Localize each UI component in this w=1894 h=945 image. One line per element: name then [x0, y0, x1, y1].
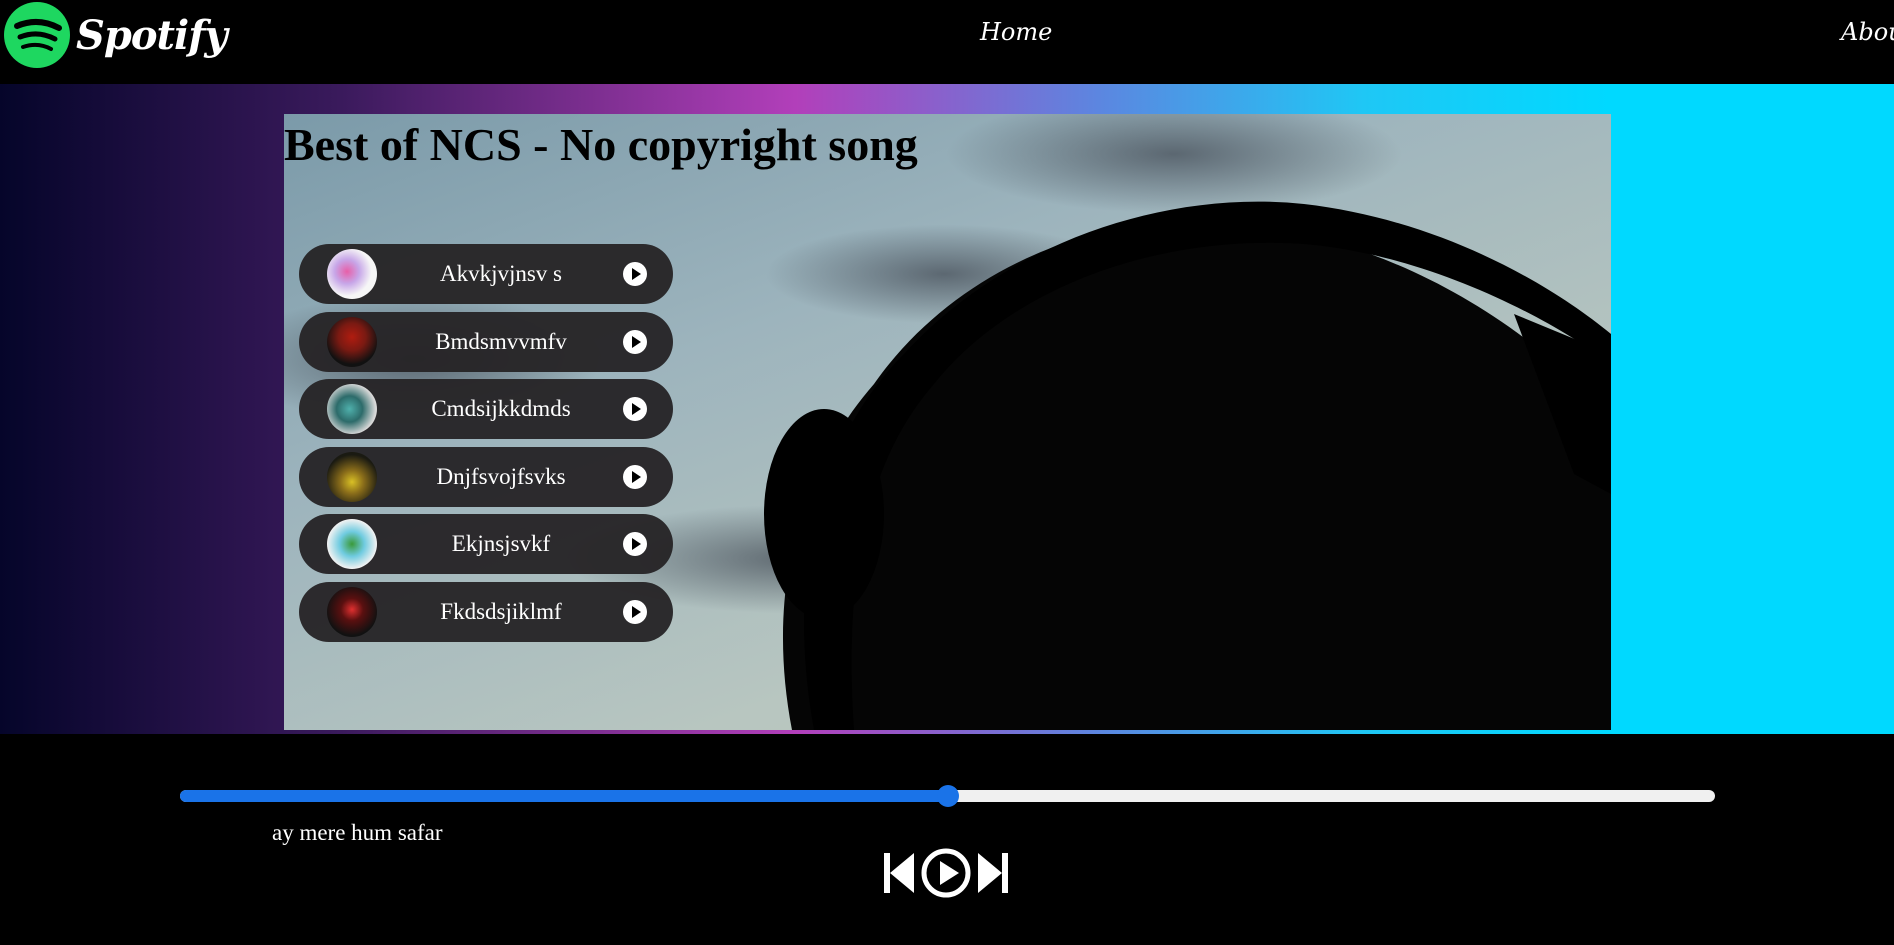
- play-circle-icon[interactable]: [921, 848, 971, 898]
- previous-icon[interactable]: [884, 853, 914, 893]
- song-item[interactable]: Akvkjvjnsv s: [299, 244, 673, 304]
- playlist-title: Best of NCS - No copyright song: [284, 119, 918, 170]
- song-cover-image: [327, 519, 377, 569]
- song-title: Fkdsdsjiklmf: [440, 598, 562, 624]
- spotify-logo[interactable]: Spotify: [4, 2, 228, 68]
- song-item[interactable]: Dnjfsvojfsvks: [299, 446, 673, 507]
- song-title: Cmdsijkkdmds: [431, 396, 571, 421]
- playback-controls: [884, 848, 1008, 898]
- song-title: Ekjnsjsvkf: [451, 531, 551, 556]
- song-item[interactable]: Bmdsmvvmfv: [299, 311, 673, 372]
- song-item[interactable]: Ekjnsjsvkf: [299, 514, 673, 574]
- play-icon[interactable]: [623, 397, 647, 421]
- song-title: Dnjfsvojfsvks: [436, 463, 566, 489]
- song-title: Bmdsmvvmfv: [435, 328, 567, 354]
- song-cover-image: [327, 451, 377, 502]
- navbar: Spotify Home About: [0, 0, 1894, 84]
- play-icon[interactable]: [623, 262, 647, 286]
- progress-bar[interactable]: [180, 785, 1715, 807]
- song-cover-image: [327, 384, 377, 434]
- current-song-title: ay mere hum safar: [272, 820, 443, 845]
- song-cover-image: [327, 316, 377, 367]
- song-cover-image: [327, 586, 377, 637]
- brand-name: Spotify: [76, 11, 228, 59]
- song-list: Akvkjvjnsv s Bmdsmvvmfv Cmdsijkkdmds Dnj…: [299, 244, 673, 649]
- spotify-icon: [4, 2, 70, 68]
- song-cover-image: [327, 249, 377, 299]
- main-container: Best of NCS - No copyright song Akvkjvjn…: [0, 84, 1894, 734]
- song-item[interactable]: Cmdsijkkdmds: [299, 379, 673, 439]
- song-title: Akvkjvjnsv s: [439, 261, 563, 286]
- progress-handle[interactable]: [936, 785, 959, 807]
- next-icon[interactable]: [978, 853, 1008, 893]
- player-bar: ay mere hum safar: [0, 734, 1894, 945]
- nav-link-about[interactable]: About: [1841, 18, 1894, 46]
- playlist-card: Best of NCS - No copyright song Akvkjvjn…: [284, 114, 1611, 730]
- play-icon[interactable]: [623, 464, 647, 489]
- progress-fill: [180, 790, 948, 802]
- play-icon[interactable]: [623, 599, 647, 624]
- nav-link-home[interactable]: Home: [980, 18, 1052, 46]
- song-item[interactable]: Fkdsdsjiklmf: [299, 581, 673, 642]
- play-icon[interactable]: [623, 532, 647, 556]
- play-icon[interactable]: [623, 329, 647, 354]
